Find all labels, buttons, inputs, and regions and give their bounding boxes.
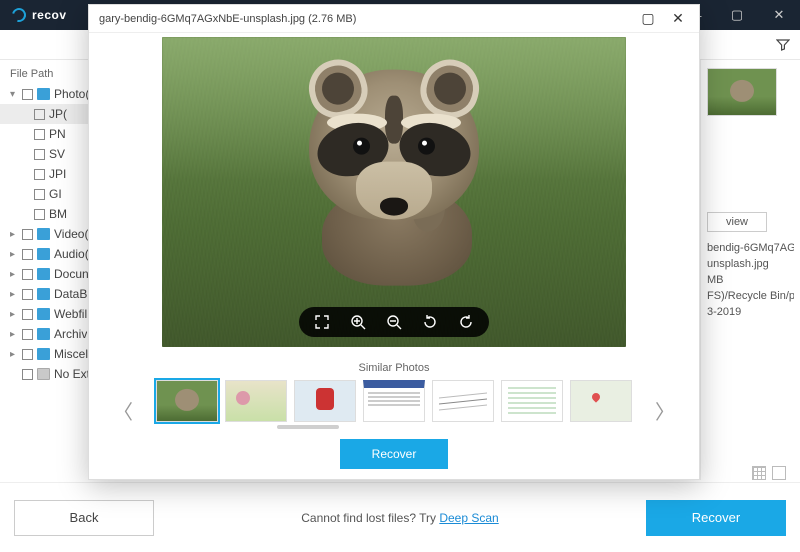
footer-hint: Cannot find lost files? Try Deep Scan bbox=[154, 511, 646, 525]
checkbox[interactable] bbox=[34, 149, 45, 160]
checkbox[interactable] bbox=[22, 89, 33, 100]
image-folder-icon bbox=[37, 88, 50, 100]
preview-area bbox=[89, 33, 699, 356]
caret-right-icon[interactable]: ▸ bbox=[10, 249, 18, 260]
prev-thumb-button[interactable]: 〈 bbox=[113, 396, 133, 425]
audio-folder-icon bbox=[37, 248, 50, 260]
thumb-7[interactable] bbox=[570, 380, 632, 422]
zoom-in-icon[interactable] bbox=[349, 314, 367, 330]
thumb-scrollbar[interactable] bbox=[277, 425, 339, 429]
view-button[interactable]: view bbox=[707, 212, 767, 232]
modal-close-button[interactable]: ✕ bbox=[663, 7, 693, 31]
tree-label: Photo( bbox=[54, 87, 89, 101]
checkbox[interactable] bbox=[22, 369, 33, 380]
fit-screen-icon[interactable] bbox=[313, 314, 331, 330]
caret-right-icon[interactable]: ▸ bbox=[10, 349, 18, 360]
footer: Back Cannot find lost files? Try Deep Sc… bbox=[0, 482, 800, 552]
caret-down-icon[interactable]: ▾ bbox=[10, 89, 18, 100]
back-button[interactable]: Back bbox=[14, 500, 154, 536]
checkbox[interactable] bbox=[34, 189, 45, 200]
similar-photos-row: Similar Photos 〈 〉 bbox=[89, 356, 699, 439]
thumb-5[interactable] bbox=[432, 380, 494, 422]
modal-title-text: gary-bendig-6GMq7AGxNbE-unsplash.jpg (2.… bbox=[99, 13, 356, 25]
modal-titlebar: gary-bendig-6GMq7AGxNbE-unsplash.jpg (2.… bbox=[89, 5, 699, 33]
web-folder-icon bbox=[37, 308, 50, 320]
preview-modal: gary-bendig-6GMq7AGxNbE-unsplash.jpg (2.… bbox=[88, 4, 700, 480]
thumb-1[interactable] bbox=[156, 380, 218, 422]
checkbox[interactable] bbox=[22, 269, 33, 280]
filter-icon[interactable] bbox=[776, 38, 790, 52]
archive-folder-icon bbox=[37, 328, 50, 340]
details-date: 3-2019 bbox=[707, 306, 794, 318]
checkbox[interactable] bbox=[22, 309, 33, 320]
details-size: MB bbox=[707, 274, 794, 286]
caret-right-icon[interactable]: ▸ bbox=[10, 289, 18, 300]
window-close-button[interactable]: ✕ bbox=[758, 0, 800, 30]
next-thumb-button[interactable]: 〉 bbox=[655, 396, 675, 425]
checkbox[interactable] bbox=[22, 349, 33, 360]
thumb-6[interactable] bbox=[501, 380, 563, 422]
thumb-4[interactable] bbox=[363, 380, 425, 422]
checkbox[interactable] bbox=[34, 169, 45, 180]
checkbox[interactable] bbox=[22, 289, 33, 300]
view-mode-switch bbox=[752, 466, 786, 480]
brand-text: recov bbox=[32, 8, 67, 22]
details-filename2: unsplash.jpg bbox=[707, 258, 794, 270]
checkbox[interactable] bbox=[22, 249, 33, 260]
caret-right-icon[interactable]: ▸ bbox=[10, 229, 18, 240]
window-maximize-button[interactable]: ▢ bbox=[716, 0, 758, 30]
footer-hint-text: Cannot find lost files? Try bbox=[301, 511, 439, 525]
modal-recover-button[interactable]: Recover bbox=[340, 439, 448, 469]
app-window: recov ― ▢ ✕ File Path ▾ Photo( JP( PN SV… bbox=[0, 0, 800, 552]
misc-folder-icon bbox=[37, 348, 50, 360]
details-filename1: bendig-6GMq7AGx bbox=[707, 242, 794, 254]
preview-image bbox=[162, 37, 626, 347]
recover-button[interactable]: Recover bbox=[646, 500, 786, 536]
checkbox[interactable] bbox=[34, 209, 45, 220]
list-view-icon[interactable] bbox=[772, 466, 786, 480]
video-folder-icon bbox=[37, 228, 50, 240]
caret-right-icon[interactable]: ▸ bbox=[10, 269, 18, 280]
checkbox[interactable] bbox=[34, 129, 45, 140]
database-folder-icon bbox=[37, 288, 50, 300]
preview-toolbar bbox=[299, 307, 489, 337]
caret-right-icon[interactable]: ▸ bbox=[10, 309, 18, 320]
noext-folder-icon bbox=[37, 368, 50, 380]
checkbox[interactable] bbox=[22, 329, 33, 340]
thumb-2[interactable] bbox=[225, 380, 287, 422]
deep-scan-link[interactable]: Deep Scan bbox=[439, 511, 498, 525]
details-pane: view bendig-6GMq7AGx unsplash.jpg MB FS)… bbox=[700, 60, 800, 480]
checkbox[interactable] bbox=[34, 109, 45, 120]
modal-footer: Recover bbox=[89, 439, 699, 479]
modal-maximize-button[interactable]: ▢ bbox=[633, 7, 663, 31]
document-folder-icon bbox=[37, 268, 50, 280]
rotate-left-icon[interactable] bbox=[421, 314, 439, 330]
grid-view-icon[interactable] bbox=[752, 466, 766, 480]
rotate-right-icon[interactable] bbox=[457, 314, 475, 330]
similar-photos-title: Similar Photos bbox=[107, 362, 681, 374]
details-path: FS)/Recycle Bin/pic bbox=[707, 290, 794, 302]
caret-right-icon[interactable]: ▸ bbox=[10, 329, 18, 340]
brand-icon bbox=[9, 5, 28, 24]
thumb-3[interactable] bbox=[294, 380, 356, 422]
zoom-out-icon[interactable] bbox=[385, 314, 403, 330]
checkbox[interactable] bbox=[22, 229, 33, 240]
details-thumbnail bbox=[707, 68, 777, 116]
